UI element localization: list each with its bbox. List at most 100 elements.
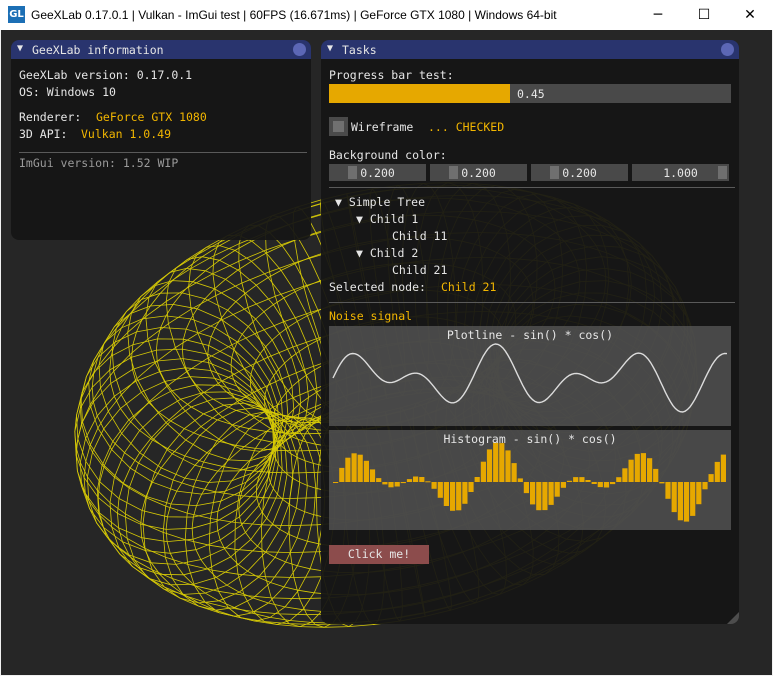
histogram-bar — [357, 454, 363, 482]
imgui-version: ImGui version: 1.52 WIP — [19, 156, 179, 170]
histogram-bar — [431, 482, 437, 489]
bg-color-r-slider[interactable]: 0.200 — [329, 164, 426, 181]
histogram-bar — [542, 482, 548, 511]
tasks-window-titlebar[interactable]: ▼ Tasks — [321, 40, 739, 59]
histogram-bar — [603, 482, 610, 488]
histogram-bar — [720, 454, 726, 482]
checkbox-mark — [333, 121, 344, 132]
info-window-title: GeeXLab information — [32, 43, 164, 57]
close-button[interactable]: ✕ — [727, 0, 773, 30]
histogram-bar — [585, 480, 591, 482]
tree-node-child2[interactable]: ▼ Child 2 — [356, 246, 418, 260]
tree-leaf-child21[interactable]: Child 21 — [392, 263, 447, 277]
histogram-bar — [425, 481, 431, 483]
histogram-bar — [683, 482, 690, 522]
bg-color-a-slider[interactable]: 1.000 — [632, 164, 729, 181]
wireframe-status: ... CHECKED — [428, 120, 505, 134]
renderer-value: GeForce GTX 1080 — [96, 110, 207, 124]
window-titlebar[interactable]: GL GeeXLab 0.17.0.1 | Vulkan - ImGui tes… — [0, 0, 773, 30]
histogram-bar — [456, 482, 462, 511]
histogram-bar — [647, 458, 653, 482]
noise-signal-label: Noise signal — [329, 309, 413, 323]
histogram-bar — [406, 479, 413, 482]
histogram-bar — [610, 482, 616, 485]
tree-node-child1[interactable]: ▼ Child 1 — [356, 212, 418, 226]
histogram-bar — [419, 477, 425, 482]
histogram-bar — [708, 474, 714, 482]
separator — [329, 302, 735, 303]
histogram-bar — [351, 453, 357, 482]
histogram-bar — [333, 482, 339, 483]
os-info: OS: Windows 10 — [19, 85, 116, 99]
click-me-button[interactable]: Click me! — [329, 545, 429, 564]
histogram-bar — [462, 482, 468, 504]
progress-bar-fill — [329, 84, 510, 103]
progress-label: Progress bar test: — [329, 68, 454, 82]
tree-arrow-icon: ▼ — [356, 212, 370, 226]
window-close-icon[interactable] — [721, 43, 734, 56]
maximize-button[interactable]: ☐ — [681, 0, 727, 30]
histogram-bar — [579, 477, 585, 482]
tasks-window[interactable]: ▼ Tasks Progress bar test: 0.45 Wirefram… — [321, 40, 739, 624]
histogram-bar — [339, 467, 345, 482]
slider-value: 1.000 — [663, 166, 698, 180]
histogram-bar — [591, 482, 597, 484]
renderer-label: Renderer: — [19, 110, 82, 124]
separator — [19, 152, 307, 153]
tree-node-label: Child 2 — [369, 246, 419, 260]
histogram-bar — [388, 482, 394, 488]
histogram-bar — [400, 482, 406, 484]
separator — [329, 187, 735, 188]
histogram-bar — [597, 482, 603, 488]
histogram-title: Histogram - sin() * cos() — [443, 432, 617, 446]
histogram-bar — [530, 482, 536, 505]
histogram-bar — [659, 482, 665, 484]
wireframe-checkbox[interactable] — [329, 117, 348, 136]
tree-leaf-child11[interactable]: Child 11 — [392, 229, 447, 243]
histogram-widget[interactable]: Histogram - sin() * cos() — [329, 430, 731, 530]
app-icon: GL — [8, 6, 25, 23]
histogram-bar — [653, 468, 659, 482]
histogram-bar — [714, 461, 720, 482]
histogram-bar — [616, 477, 622, 482]
histogram-bar — [369, 469, 376, 482]
histogram-bar — [511, 463, 517, 482]
histogram-bar — [665, 482, 671, 499]
histogram-bar — [523, 482, 529, 494]
selected-value: Child 21 — [441, 280, 497, 294]
tree-root[interactable]: ▼ Simple Tree — [335, 195, 425, 209]
bg-color-label: Background color: — [329, 148, 447, 162]
minimize-button[interactable]: ─ — [635, 0, 681, 30]
plotline-series — [332, 343, 728, 413]
window-close-icon[interactable] — [293, 43, 306, 56]
tree-arrow-icon: ▼ — [356, 246, 370, 260]
render-viewport[interactable]: ▼ GeeXLab information GeeXLab version: 0… — [1, 30, 772, 675]
progress-bar-text: 0.45 — [517, 87, 545, 101]
histogram-bar — [345, 457, 351, 482]
histogram-bar — [505, 450, 511, 482]
collapse-arrow-icon[interactable]: ▼ — [327, 43, 333, 54]
tree-node-label: Child 1 — [369, 212, 419, 226]
histogram-bar — [628, 459, 634, 482]
histogram-bar — [499, 443, 505, 482]
window-title: GeeXLab 0.17.0.1 | Vulkan - ImGui test |… — [31, 8, 557, 22]
histogram-bar — [480, 461, 486, 482]
histogram-bar — [474, 477, 480, 482]
collapse-arrow-icon[interactable]: ▼ — [17, 43, 23, 54]
histogram-bar — [573, 477, 579, 482]
tasks-window-title: Tasks — [342, 43, 377, 57]
histogram-bar — [690, 482, 696, 516]
info-window[interactable]: ▼ GeeXLab information GeeXLab version: 0… — [11, 40, 311, 240]
histogram-bar — [671, 482, 677, 513]
bg-color-g-slider[interactable]: 0.200 — [430, 164, 527, 181]
histogram-bar — [566, 480, 573, 482]
histogram-bar — [468, 482, 474, 492]
histogram-bar — [696, 482, 702, 505]
bg-color-b-slider[interactable]: 0.200 — [531, 164, 628, 181]
tree-arrow-icon: ▼ — [335, 195, 349, 209]
info-window-titlebar[interactable]: ▼ GeeXLab information — [11, 40, 311, 59]
histogram-bar — [382, 482, 388, 485]
progress-bar: 0.45 — [329, 84, 731, 103]
plotline-widget[interactable]: Plotline - sin() * cos() — [329, 326, 731, 426]
wireframe-label: Wireframe — [351, 120, 414, 134]
